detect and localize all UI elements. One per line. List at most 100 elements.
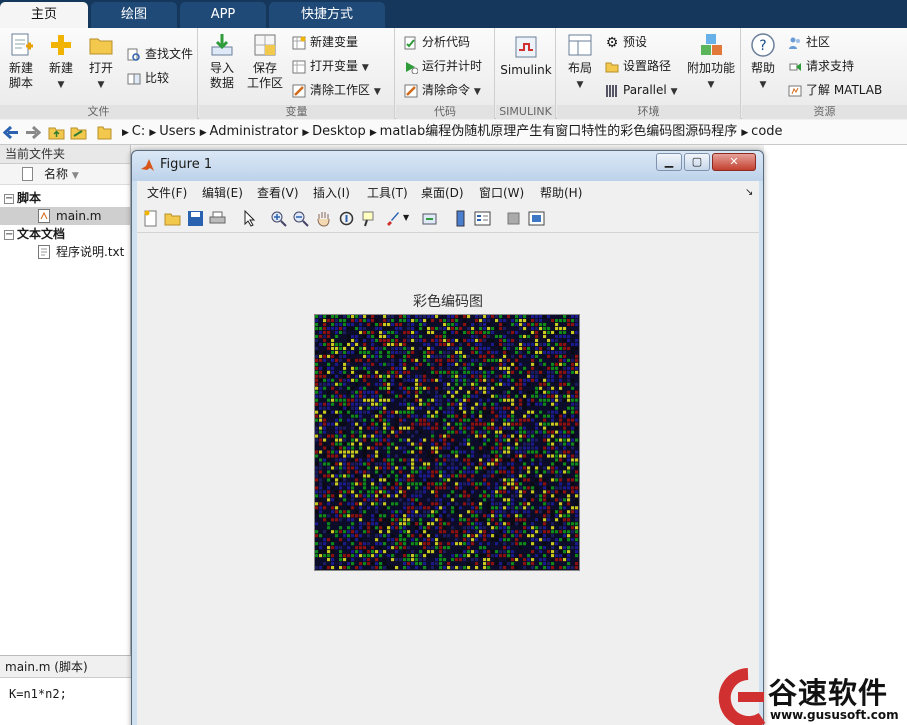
menu-edit[interactable]: 编辑(E) — [202, 181, 243, 205]
breadcrumb: ▶ C: ▶ Users ▶ Administrator ▶ Desktop ▶… — [122, 120, 783, 145]
new-script-button[interactable]: 新建 脚本 — [4, 32, 38, 91]
tab-plots[interactable]: 绘图 — [91, 2, 177, 28]
preferences-button[interactable]: ⚙ 预设 — [605, 32, 647, 52]
details-title: main.m (脚本) — [0, 656, 131, 678]
open-file-icon[interactable] — [164, 210, 181, 227]
new-button[interactable]: 新建 ▼ — [44, 32, 78, 93]
tree-group-text[interactable]: − 文本文档 — [0, 225, 130, 243]
new-variable-button[interactable]: 新建变量 — [292, 32, 358, 52]
parallel-button[interactable]: Parallel ▼ — [605, 80, 677, 100]
figure-toolbar: ▼ — [137, 205, 759, 233]
print-icon[interactable] — [209, 210, 226, 227]
group-variable: 导入 数据 保存 工作区 新建变量 打开变量 ▼ 清除工作区 ▼ 变量 — [199, 28, 395, 119]
chevron-down-icon: ▼ — [576, 80, 584, 90]
new-script-icon — [11, 33, 33, 56]
figure-titlebar[interactable]: Figure 1 ▁ ▢ ✕ — [132, 151, 763, 181]
link-plot-icon[interactable] — [421, 210, 438, 227]
brush-dropdown-icon[interactable]: ▼ — [403, 213, 409, 222]
menu-file[interactable]: 文件(F) — [147, 181, 187, 205]
file-row-txt[interactable]: 程序说明.txt — [0, 243, 130, 261]
tab-home[interactable]: 主页 — [0, 2, 88, 28]
rotate-3d-icon[interactable] — [338, 210, 355, 227]
zoom-in-icon[interactable] — [270, 210, 287, 227]
menu-insert[interactable]: 插入(I) — [313, 181, 350, 205]
close-button[interactable]: ✕ — [712, 153, 756, 171]
ribbon: 新建 脚本 新建 ▼ 打开 ▼ 查找文件 比较 文件 导入 数据 保存 工作区 — [0, 28, 907, 119]
simulink-icon — [515, 36, 537, 58]
toolstrip-tabbar: 主页 绘图 APP 快捷方式 — [0, 0, 907, 28]
breadcrumb-project-folder[interactable]: matlab编程伪随机原理产生有窗口特性的彩色编码图源码程序 — [380, 124, 738, 139]
maximize-button[interactable]: ▢ — [684, 153, 710, 171]
back-arrow-icon[interactable] — [3, 125, 19, 140]
svg-text:?: ? — [759, 38, 766, 54]
add-ons-label: 附加功能 — [687, 61, 736, 75]
save-workspace-button[interactable]: 保存 工作区 — [245, 32, 285, 91]
menu-desktop[interactable]: 桌面(D) — [421, 181, 464, 205]
tab-apps[interactable]: APP — [180, 2, 266, 28]
colorbar-icon[interactable] — [452, 210, 469, 227]
find-files-button[interactable]: 查找文件 — [127, 44, 193, 64]
clear-workspace-button[interactable]: 清除工作区 ▼ — [292, 80, 381, 100]
breadcrumb-desktop[interactable]: Desktop — [312, 124, 366, 139]
figure-menubar: 文件(F) 编辑(E) 查看(V) 插入(I) 工具(T) 桌面(D) 窗口(W… — [137, 181, 759, 205]
group-file: 新建 脚本 新建 ▼ 打开 ▼ 查找文件 比较 文件 — [0, 28, 198, 119]
forward-arrow-icon[interactable] — [25, 125, 41, 140]
breadcrumb-users[interactable]: Users — [159, 124, 195, 139]
run-and-time-button[interactable]: 运行并计时 — [404, 56, 482, 76]
zoom-out-icon[interactable] — [292, 210, 309, 227]
breadcrumb-sep-icon: ▶ — [122, 128, 132, 138]
layout-button[interactable]: 布局 ▼ — [563, 32, 597, 93]
parallel-icon — [606, 84, 617, 97]
new-script-label: 新建 脚本 — [8, 61, 33, 90]
clear-commands-button[interactable]: 清除命令 ▼ — [404, 80, 481, 100]
new-figure-icon[interactable] — [142, 210, 159, 227]
gususoft-url: www.gususoft.com — [770, 708, 899, 722]
open-button[interactable]: 打开 ▼ — [84, 32, 118, 93]
group-simulink-label: SIMULINK — [496, 105, 555, 119]
tab-shortcuts[interactable]: 快捷方式 — [269, 2, 385, 28]
collapse-icon[interactable]: − — [4, 193, 14, 204]
name-column-header[interactable]: 名称 ▼ — [0, 164, 130, 185]
menu-view[interactable]: 查看(V) — [257, 181, 299, 205]
breadcrumb-administrator[interactable]: Administrator — [210, 124, 299, 139]
breadcrumb-code[interactable]: code — [751, 124, 782, 139]
file-row-main[interactable]: main.m — [0, 207, 130, 225]
breadcrumb-drive[interactable]: C: — [132, 124, 145, 139]
compare-button[interactable]: 比较 — [127, 68, 169, 88]
collapse-icon[interactable]: − — [4, 229, 14, 240]
tree-group-scripts[interactable]: − 脚本 — [0, 189, 130, 207]
menu-tools[interactable]: 工具(T) — [367, 181, 408, 205]
set-path-button[interactable]: 设置路径 — [605, 56, 671, 76]
save-icon[interactable] — [187, 210, 204, 227]
show-plot-tools-icon[interactable] — [528, 210, 545, 227]
add-ons-button[interactable]: 附加功能 ▼ — [687, 32, 735, 93]
legend-icon[interactable] — [474, 210, 491, 227]
open-variable-button[interactable]: 打开变量 ▼ — [292, 56, 369, 76]
menu-window[interactable]: 窗口(W) — [479, 181, 524, 205]
community-button[interactable]: 社区 — [788, 32, 830, 52]
color-coded-image[interactable] — [314, 314, 580, 571]
brush-icon[interactable] — [384, 210, 401, 227]
learn-matlab-button[interactable]: 了解 MATLAB — [788, 80, 882, 100]
add-ons-cubes-icon — [701, 34, 722, 55]
pan-hand-icon[interactable] — [315, 210, 332, 227]
chevron-down-icon: ▼ — [670, 87, 678, 97]
import-data-button[interactable]: 导入 数据 — [205, 32, 239, 91]
data-cursor-icon[interactable] — [361, 210, 378, 227]
minimize-button[interactable]: ▁ — [656, 153, 682, 171]
chevron-down-icon: ▼ — [57, 80, 65, 90]
simulink-button[interactable]: Simulink — [498, 34, 554, 78]
chevron-down-icon: ▼ — [361, 63, 369, 73]
hide-plot-tools-icon[interactable] — [505, 210, 522, 227]
help-button[interactable]: ? 帮助 ▼ — [746, 32, 780, 93]
pointer-icon[interactable] — [241, 210, 258, 227]
breadcrumb-sep-icon: ▶ — [369, 128, 380, 138]
analyze-code-button[interactable]: 分析代码 — [404, 32, 470, 52]
menu-help[interactable]: 帮助(H) — [540, 181, 582, 205]
group-code: 分析代码 运行并计时 清除命令 ▼ 代码 — [396, 28, 495, 119]
request-support-button[interactable]: 请求支持 — [788, 56, 854, 76]
undock-icon[interactable]: ↘ — [745, 181, 753, 205]
browse-folder-icon[interactable] — [70, 124, 87, 140]
details-code: K=n1*n2; — [9, 687, 67, 701]
up-folder-icon[interactable] — [48, 124, 65, 140]
